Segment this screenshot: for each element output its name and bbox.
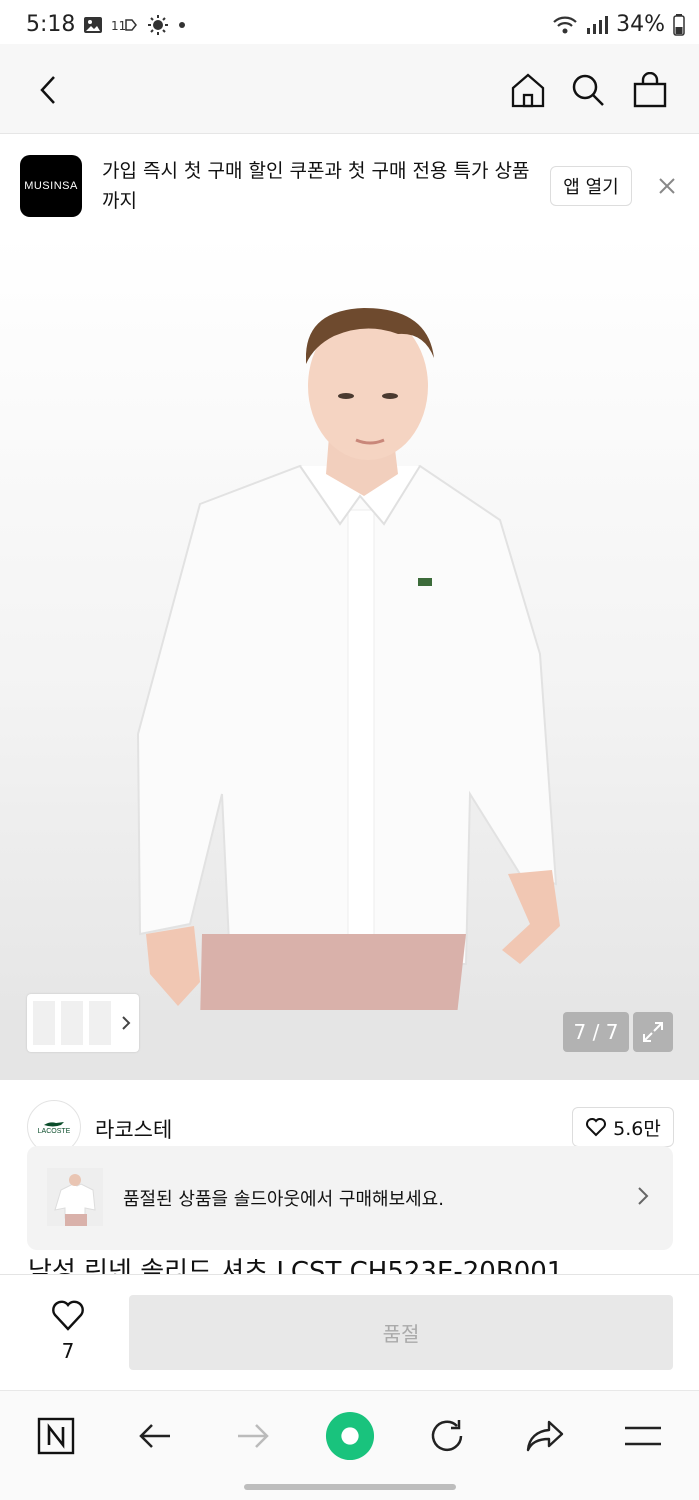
expand-button[interactable] xyxy=(633,1012,673,1052)
top-nav xyxy=(0,44,699,134)
menu-icon xyxy=(625,1426,661,1446)
soldout-button[interactable]: 품절 xyxy=(129,1295,673,1370)
banner-message: 가입 즉시 첫 구매 할인 쿠폰과 첫 구매 전용 특가 상품까지 xyxy=(102,160,530,212)
status-right: 34% xyxy=(552,12,685,37)
brand-like-button[interactable]: 5.6만 xyxy=(572,1107,674,1147)
naver-icon xyxy=(37,1417,75,1455)
green-dot-icon xyxy=(325,1411,375,1461)
soldout-thumbnail xyxy=(47,1168,103,1226)
crocodile-icon xyxy=(44,1121,64,1126)
browser-forward-button[interactable] xyxy=(228,1411,278,1461)
arrow-right-icon xyxy=(238,1424,269,1448)
naver-home-button[interactable] xyxy=(31,1411,81,1461)
brand-row: LACOSTE 라코스테 5.6만 xyxy=(0,1080,699,1154)
refresh-button[interactable] xyxy=(422,1411,472,1461)
menu-button[interactable] xyxy=(618,1411,668,1461)
green-dot-button[interactable] xyxy=(325,1411,375,1461)
brand-name[interactable]: 라코스테 xyxy=(95,1114,172,1144)
heart-icon xyxy=(586,1118,607,1137)
brand-like-count: 5.6만 xyxy=(613,1117,661,1140)
thumbnail-1[interactable] xyxy=(33,1001,55,1045)
share-button[interactable] xyxy=(520,1411,570,1461)
purchase-bar: 7 품절 xyxy=(0,1274,699,1388)
thumbnail-3[interactable] xyxy=(89,1001,111,1045)
musinsa-logo: MUSINSA xyxy=(20,155,82,217)
image-counter: 7 / 7 xyxy=(563,1012,629,1052)
arrow-left-icon xyxy=(139,1424,170,1448)
open-app-button[interactable]: 앱 열기 xyxy=(550,166,632,206)
browser-back-button[interactable] xyxy=(130,1411,180,1461)
wifi-icon xyxy=(553,16,577,33)
expand-icon xyxy=(643,1022,663,1042)
svg-text:11: 11 xyxy=(111,19,126,33)
status-bar: 5:18 11 34% xyxy=(0,0,699,50)
home-icon xyxy=(511,73,545,108)
signal-icon xyxy=(587,15,609,34)
back-icon xyxy=(40,76,55,104)
product-image[interactable]: 7 / 7 xyxy=(0,234,699,1080)
back-button[interactable] xyxy=(26,68,70,112)
wishlist-button[interactable]: 7 xyxy=(44,1299,92,1363)
share-icon xyxy=(526,1420,564,1452)
cart-icon xyxy=(633,72,667,108)
battery-icon xyxy=(673,13,685,36)
chevron-right-icon xyxy=(122,1016,131,1030)
soldout-message: 품절된 상품을 솔드아웃에서 구매해보세요. xyxy=(123,1189,444,1210)
close-icon[interactable] xyxy=(658,177,676,195)
brightness-icon xyxy=(148,15,168,35)
status-time: 5:18 xyxy=(26,12,76,37)
heart-icon xyxy=(52,1300,84,1331)
dot-icon xyxy=(179,22,185,28)
refresh-icon xyxy=(431,1420,463,1452)
app-install-banner: MUSINSA 가입 즉시 첫 구매 할인 쿠폰과 첫 구매 전용 특가 상품까… xyxy=(0,134,699,234)
thumbnail-2[interactable] xyxy=(61,1001,83,1045)
cart-button[interactable] xyxy=(628,68,672,112)
chevron-right-icon xyxy=(638,1187,649,1205)
battery-percent: 34% xyxy=(616,12,665,37)
product-title: 남성 린넨 솔리드 셔츠 LCST CH523E-20B001 xyxy=(28,1257,564,1274)
wishlist-count: 7 xyxy=(61,1339,75,1363)
home-indicator[interactable] xyxy=(244,1484,456,1490)
status-left-icons: 11 xyxy=(83,14,187,36)
gallery-icon xyxy=(84,17,102,33)
model-photo xyxy=(0,308,699,1080)
thumbnail-strip[interactable] xyxy=(27,994,139,1052)
brand-logo-text: LACOSTE xyxy=(37,1127,71,1135)
network-11-icon: 11 xyxy=(111,19,137,33)
search-icon xyxy=(572,74,604,106)
search-button[interactable] xyxy=(566,68,610,112)
home-button[interactable] xyxy=(506,68,550,112)
soldout-notice-card[interactable]: 품절된 상품을 솔드아웃에서 구매해보세요. xyxy=(27,1146,673,1250)
